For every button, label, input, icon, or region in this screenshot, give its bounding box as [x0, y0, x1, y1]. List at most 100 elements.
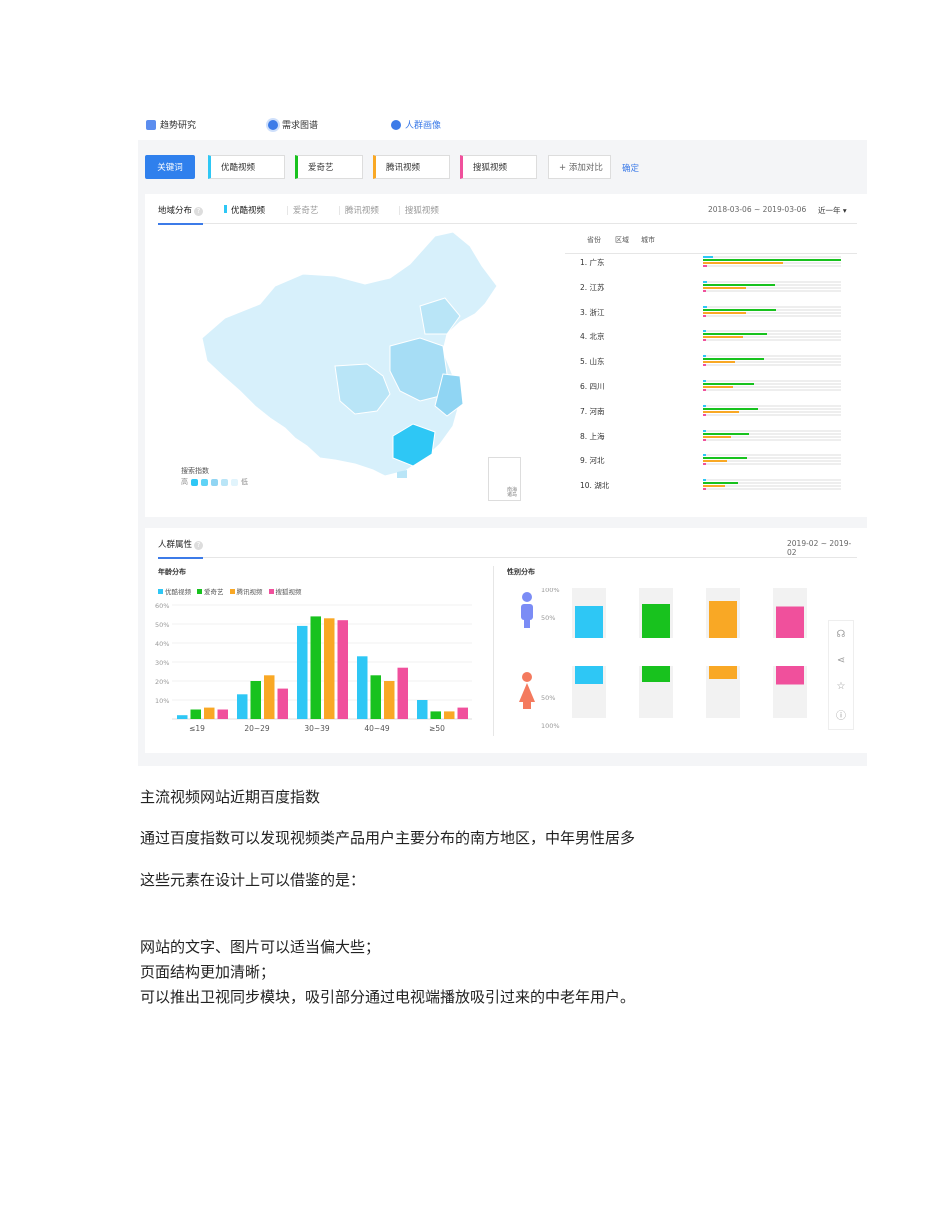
map-land	[201, 231, 498, 477]
male-bar[interactable]	[575, 606, 603, 638]
age-bar[interactable]	[384, 681, 395, 719]
female-bar[interactable]	[575, 666, 603, 684]
age-bar[interactable]	[190, 709, 202, 720]
share-icon[interactable]: ⋖	[837, 655, 845, 666]
age-bar[interactable]	[177, 715, 188, 719]
star-icon[interactable]: ☆	[837, 681, 846, 692]
ranking-bar	[703, 311, 746, 314]
age-bar[interactable]	[337, 620, 349, 719]
age-bar[interactable]	[204, 707, 215, 719]
ranking-bar	[703, 280, 708, 283]
legend-item[interactable]: 腾讯视频	[229, 586, 263, 596]
ranking-bar	[703, 389, 706, 391]
region-title-label: 地域分布	[158, 206, 193, 216]
ranking-label: 6. 四川	[580, 382, 605, 391]
age-bar[interactable]	[324, 618, 335, 719]
x-tick-label: 30~39	[304, 724, 330, 733]
age-bar[interactable]	[397, 667, 409, 719]
crowd-date: 2019-02 ~ 2019-02	[787, 539, 852, 557]
ranking-bar-track	[703, 438, 841, 441]
help-icon[interactable]: ?	[194, 207, 204, 216]
age-bar[interactable]	[250, 681, 262, 719]
ranking-bar	[703, 262, 783, 264]
legend-item[interactable]: 搜狐视频	[268, 586, 302, 596]
age-bar[interactable]	[217, 709, 229, 720]
ranking-bar	[703, 286, 746, 289]
age-bar[interactable]	[430, 711, 442, 719]
ranking-bar	[703, 488, 706, 491]
female-bar[interactable]	[776, 666, 804, 685]
keyword-chip-sohu[interactable]: 搜狐视频	[460, 155, 537, 179]
legend-swatch	[229, 589, 235, 594]
male-bar[interactable]	[709, 601, 737, 638]
headset-icon[interactable]: ☊	[837, 629, 846, 640]
age-bar[interactable]	[237, 694, 248, 719]
help-icon[interactable]: ?	[194, 541, 204, 550]
age-bar[interactable]	[277, 688, 289, 719]
age-bar[interactable]	[417, 700, 428, 719]
ranking-bar	[703, 404, 706, 407]
ranking-bar-track	[703, 289, 841, 292]
ranking-label: 10. 湖北	[580, 481, 610, 491]
south-sea-inset: 南海 诸岛	[488, 457, 521, 501]
ranking-bar-track	[703, 386, 841, 388]
tab-youku[interactable]: 优酷视频	[224, 204, 265, 216]
crowd-title: 人群属性?	[158, 538, 204, 559]
ranking-bar-track	[703, 429, 841, 432]
nav-trend[interactable]: 趋势研究	[146, 118, 196, 131]
legend-swatch	[197, 589, 202, 594]
male-bar[interactable]	[642, 604, 670, 638]
age-bar[interactable]	[310, 616, 322, 719]
ranking-bar-track	[703, 333, 841, 336]
age-title: 年龄分布	[158, 568, 186, 576]
keyword-button[interactable]: 关键词	[145, 155, 195, 179]
add-compare-button[interactable]: + 添加对比	[548, 155, 611, 179]
ranking-bar-track	[703, 361, 841, 364]
legend-item[interactable]: 优酷视频	[158, 586, 191, 596]
list-item: 可以推出卫视同步模块，吸引部分通过电视端播放吸引过来的中老年用户。	[140, 988, 636, 1006]
nav-demand-label: 需求图谱	[282, 121, 319, 131]
age-bar[interactable]	[457, 707, 469, 719]
tab-iqiyi[interactable]: | 爱奇艺	[286, 204, 318, 216]
ranking-bar-track	[703, 256, 841, 258]
legend-item[interactable]: 爱奇艺	[197, 586, 224, 596]
chevron-down-icon: ▾	[842, 206, 847, 215]
y-tick-label: 10%	[155, 697, 169, 705]
nav-crowd[interactable]: 人群画像	[391, 118, 441, 131]
ranking-bar-track	[703, 358, 841, 361]
female-bar[interactable]	[709, 666, 737, 679]
keyword-chip-iqiyi[interactable]: 爱奇艺	[295, 155, 363, 179]
age-bar[interactable]	[297, 625, 308, 719]
crowd-panel: 人群属性? 2019-02 ~ 2019-02 年龄分布 性别分布 优酷视频 爱奇…	[145, 528, 867, 753]
age-bar[interactable]	[444, 711, 455, 719]
legend-low: 低	[241, 478, 248, 486]
female-bar[interactable]	[642, 666, 670, 682]
x-tick-label: ≥50	[429, 724, 445, 733]
keyword-chip-youku[interactable]: 优酷视频	[208, 155, 285, 179]
keyword-chip-tencent[interactable]: 腾讯视频	[373, 155, 450, 179]
nav-trend-label: 趋势研究	[160, 121, 197, 131]
age-bar[interactable]	[264, 675, 275, 719]
nav-demand[interactable]: 需求图谱	[268, 118, 318, 131]
ranking-bar	[703, 256, 713, 258]
ranking-bar-track	[703, 314, 841, 317]
ranking-bar	[703, 454, 706, 457]
y-tick-label: 40%	[155, 640, 169, 648]
subtab-city[interactable]: 城市	[641, 235, 655, 245]
ranking-bar	[703, 386, 734, 388]
tab-sohu[interactable]: | 搜狐视频	[398, 204, 439, 216]
subtab-province[interactable]: 省份	[587, 235, 601, 245]
ranking-bar-track	[703, 259, 841, 261]
subtab-area[interactable]: 区域	[615, 235, 629, 245]
ranking-bar-track	[703, 262, 841, 264]
age-bar[interactable]	[357, 656, 368, 719]
tab-tencent[interactable]: | 腾讯视频	[338, 204, 379, 216]
period-select[interactable]: 近一年 ▾	[818, 205, 847, 216]
ranking-bar-track	[703, 488, 841, 491]
ranking-bar-track	[703, 265, 841, 267]
confirm-button[interactable]: 确定	[622, 162, 639, 174]
ranking-bar	[703, 314, 706, 317]
help-circle-icon[interactable]: ⓘ	[836, 707, 846, 722]
male-bar[interactable]	[776, 606, 804, 639]
age-bar[interactable]	[370, 675, 382, 719]
